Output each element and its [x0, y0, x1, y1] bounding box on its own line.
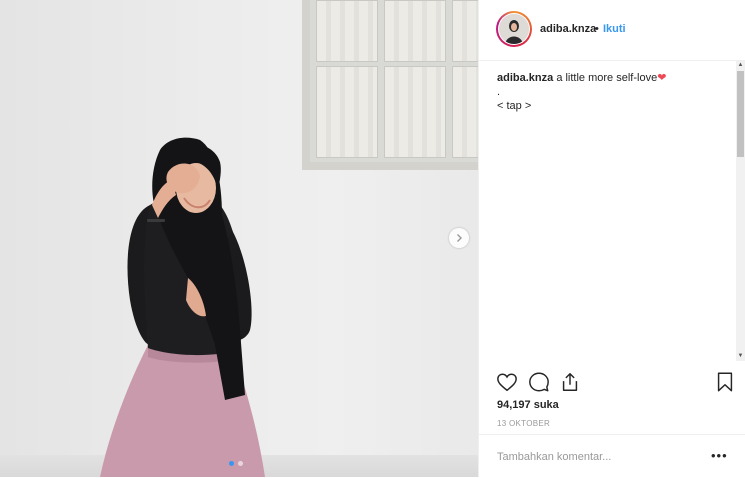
post-sidebar: adiba.knza • Ikuti adiba.knza a little m…	[478, 0, 745, 477]
add-comment-section: •••	[479, 434, 745, 478]
separator-dot: •	[595, 23, 599, 35]
share-icon[interactable]	[559, 371, 581, 393]
comment-icon[interactable]	[528, 371, 550, 393]
instagram-post: adiba.knza • Ikuti adiba.knza a little m…	[0, 0, 745, 477]
carousel-indicator	[229, 461, 243, 466]
comments-scrollbar[interactable]: ▲ ▼	[736, 61, 745, 361]
heart-emoji-icon: ❤	[657, 72, 667, 84]
caption-text: a little more self-love	[556, 72, 658, 84]
scroll-down-arrow-icon[interactable]: ▼	[736, 352, 745, 361]
caption: adiba.knza a little more self-love❤ . < …	[497, 71, 717, 113]
comment-input[interactable]	[497, 450, 697, 464]
scroll-up-arrow-icon[interactable]: ▲	[736, 61, 745, 70]
person-figure	[100, 137, 265, 477]
carousel-dot	[238, 461, 243, 466]
caption-line-tap: < tap >	[497, 100, 532, 112]
carousel-dot-active	[229, 461, 234, 466]
heart-icon[interactable]	[496, 371, 518, 393]
likes-count[interactable]: 94,197 suka	[497, 399, 559, 411]
avatar[interactable]	[496, 11, 532, 47]
follow-button[interactable]: Ikuti	[603, 23, 626, 35]
action-bar	[496, 371, 736, 393]
post-date[interactable]: 13 OKTOBER	[497, 419, 550, 428]
scrollbar-thumb[interactable]	[737, 71, 744, 157]
caption-line-dot: .	[497, 86, 501, 98]
bookmark-icon[interactable]	[714, 371, 736, 393]
post-photo[interactable]	[0, 0, 478, 477]
more-options-icon[interactable]: •••	[711, 448, 728, 463]
next-slide-button[interactable]	[449, 228, 469, 248]
caption-username[interactable]: adiba.knza	[497, 72, 553, 84]
avatar-image	[499, 14, 529, 44]
comments-area: adiba.knza a little more self-love❤ . < …	[479, 61, 745, 361]
post-header: adiba.knza • Ikuti	[479, 0, 745, 61]
username-link[interactable]: adiba.knza	[540, 23, 596, 35]
chevron-right-icon	[457, 234, 462, 242]
